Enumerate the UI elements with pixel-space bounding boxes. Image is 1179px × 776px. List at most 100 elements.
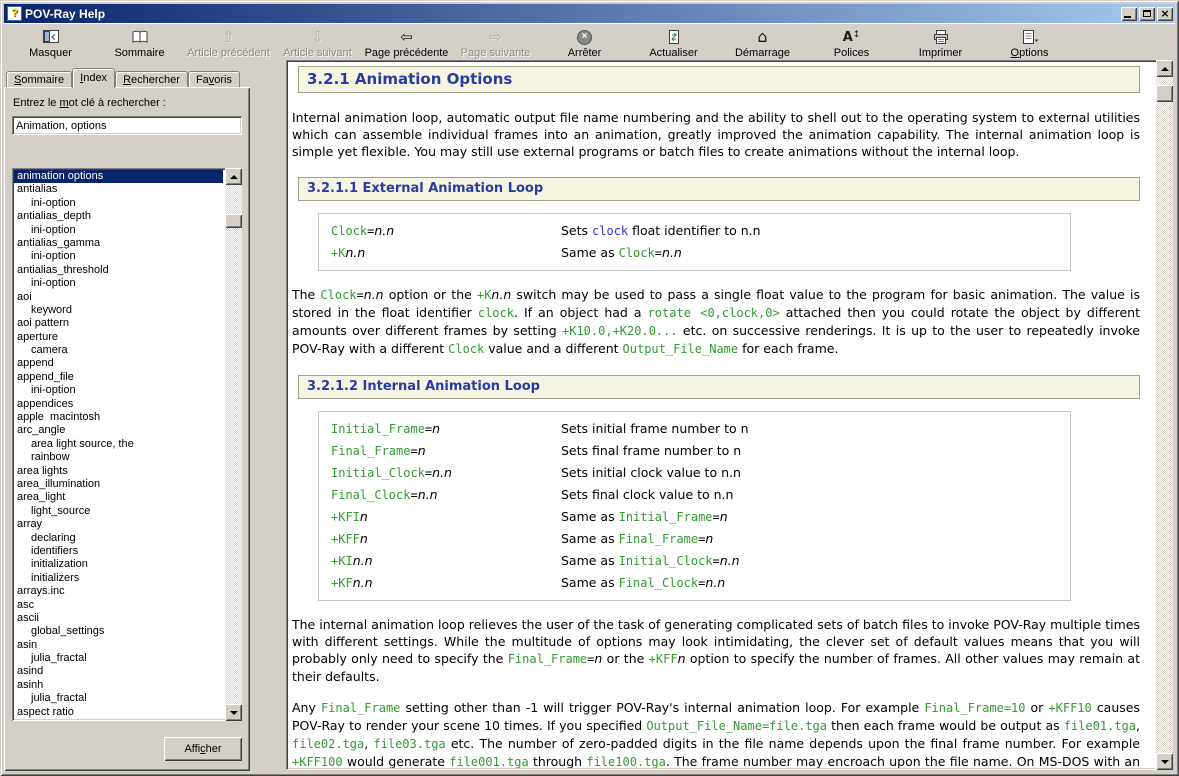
maximize-button[interactable]: [1139, 7, 1155, 21]
index-entry-asc[interactable]: asc: [14, 599, 223, 612]
option-cell: +KFFn: [331, 528, 561, 550]
toolbar-button-demarrage[interactable]: ⌂Démarrage: [718, 24, 807, 63]
index-entry-ini-option[interactable]: ini-option: [14, 250, 223, 263]
inline-parameter: n.n: [491, 287, 511, 302]
index-entry-julia-fractal[interactable]: julia_fractal: [14, 692, 223, 705]
index-entry-light-source[interactable]: light_source: [14, 505, 223, 518]
index-entry-append-file[interactable]: append_file: [14, 371, 223, 384]
index-entry-initialization[interactable]: initialization: [14, 558, 223, 571]
index-entry-antialias-depth[interactable]: antialias_depth: [14, 210, 223, 223]
toolbar-button-actualiser[interactable]: Actualiser: [629, 24, 718, 63]
inline-parameter: n: [360, 531, 368, 546]
index-entry-asin[interactable]: asin: [14, 639, 223, 652]
section-heading-3-2-1-1-external-animation-loop: 3.2.1.1 External Animation Loop: [298, 177, 1140, 201]
index-entry-antialias-gamma[interactable]: antialias_gamma: [14, 237, 223, 250]
fonts-icon: A↕: [843, 28, 861, 46]
tab-sommaire[interactable]: Sommaire: [6, 71, 72, 88]
index-entry-array[interactable]: array: [14, 518, 223, 531]
toolbar-button-label: Options: [1011, 47, 1049, 59]
index-entry-area-lights[interactable]: area lights: [14, 465, 223, 478]
option-cell: Clock=n.n: [331, 220, 561, 242]
minimize-button[interactable]: [1121, 7, 1137, 21]
index-entry-apple-macintosh[interactable]: apple macintosh: [14, 411, 223, 424]
content-scroll-thumb[interactable]: [1156, 85, 1173, 102]
section-heading-3-2-1-2-internal-animation-loop: 3.2.1.2 Internal Animation Loop: [298, 375, 1140, 399]
text-run: Sets final clock value to n.n: [561, 487, 733, 502]
inline-parameter: n.n: [432, 465, 452, 480]
text-run: ,: [1136, 718, 1140, 733]
help-document: 3.2.1 Animation OptionsInternal animatio…: [288, 62, 1154, 768]
index-listbox: animation optionsantialiasini-optionanti…: [12, 168, 242, 721]
toolbar-button-label: Imprimer: [919, 47, 962, 59]
sidebar-tabs: SommaireIndexRechercherFavoris: [6, 68, 240, 88]
index-entry-area-illumination[interactable]: area_illumination: [14, 478, 223, 491]
toolbar-button-polices[interactable]: A↕Polices: [807, 24, 896, 63]
index-entry-aspect-ratio[interactable]: aspect ratio: [14, 706, 223, 719]
content-scroll-up-button[interactable]: [1156, 60, 1173, 77]
inline-code: =: [713, 554, 720, 568]
index-entry-asind[interactable]: asind: [14, 665, 223, 678]
index-entry-arrays-inc[interactable]: arrays.inc: [14, 585, 223, 598]
index-entry-antialias[interactable]: antialias: [14, 183, 223, 196]
index-entry-ini-option[interactable]: ini-option: [14, 384, 223, 397]
inline-code: +K: [477, 288, 491, 302]
display-button[interactable]: Afficher: [164, 737, 242, 761]
toolbar-button-masquer[interactable]: Masquer: [6, 24, 95, 63]
index-entry-ini-option[interactable]: ini-option: [14, 197, 223, 210]
list-scroll-up-button[interactable]: [225, 168, 242, 185]
index-entry-antialias-threshold[interactable]: antialias_threshold: [14, 264, 223, 277]
index-entry-identifiers[interactable]: identifiers: [14, 545, 223, 558]
triangle-up-icon: [230, 175, 238, 179]
toolbar-button-sommaire[interactable]: Sommaire: [95, 24, 184, 63]
index-entry-keyword[interactable]: keyword: [14, 304, 223, 317]
index-entry-rainbow[interactable]: rainbow: [14, 451, 223, 464]
inline-parameter: n: [432, 421, 440, 436]
toolbar-button-page-precedente[interactable]: ⇦Page précédente: [362, 24, 451, 63]
index-entry-ini-option[interactable]: ini-option: [14, 277, 223, 290]
inline-link[interactable]: clock: [592, 224, 628, 238]
index-entry-animation-options[interactable]: animation options: [14, 170, 223, 183]
text-run: option or the: [384, 287, 477, 302]
index-entry-global-settings[interactable]: global_settings: [14, 625, 223, 638]
index-entry-declaring[interactable]: declaring: [14, 532, 223, 545]
inline-code: =: [713, 510, 720, 524]
toolbar-button-label: Article suivant: [283, 47, 351, 59]
navigation-sidebar: SommaireIndexRechercherFavoris Entrez le…: [4, 68, 250, 771]
index-entry-aperture[interactable]: aperture: [14, 331, 223, 344]
index-entry-append[interactable]: append: [14, 357, 223, 370]
titlebar[interactable]: ? POV-Ray Help ×: [4, 4, 1175, 23]
content-scroll-down-button[interactable]: [1156, 753, 1173, 770]
inline-code: =: [410, 488, 417, 502]
toolbar-button-arreter[interactable]: ×Arrêter: [540, 24, 629, 63]
tab-favoris[interactable]: Favoris: [188, 71, 240, 88]
index-entry-ascii[interactable]: ascii: [14, 612, 223, 625]
index-entry-area-light[interactable]: area_light: [14, 491, 223, 504]
toolbar-button-options[interactable]: Options: [985, 24, 1074, 63]
close-button[interactable]: ×: [1157, 7, 1173, 21]
description-cell: Same as Clock=n.n: [561, 242, 1058, 264]
toolbar-button-page-suivante: ⇨Page suivante: [451, 24, 540, 63]
inline-code: Final_Frame: [331, 444, 410, 458]
triangle-down-icon: [1161, 760, 1169, 764]
inline-code: Clock: [619, 246, 655, 260]
index-entry-aoi[interactable]: aoi: [14, 291, 223, 304]
list-scroll-thumb[interactable]: [225, 214, 242, 228]
index-entry-arc-angle[interactable]: arc_angle: [14, 424, 223, 437]
index-list-scrollbar[interactable]: [225, 168, 242, 721]
content-scrollbar[interactable]: [1156, 60, 1173, 770]
keyword-input[interactable]: [12, 116, 242, 135]
tab-index[interactable]: Index: [72, 68, 115, 88]
toolbar-button-imprimer[interactable]: Imprimer: [896, 24, 985, 63]
index-entry-area-light-source-the[interactable]: area light source, the: [14, 438, 223, 451]
index-entry-aoi-pattern[interactable]: aoi pattern: [14, 317, 223, 330]
index-entry-initializers[interactable]: initializers: [14, 572, 223, 585]
tab-rechercher[interactable]: Rechercher: [115, 71, 188, 88]
keyword-label: Entrez le mot clé à rechercher :: [13, 97, 242, 109]
index-entry-camera[interactable]: camera: [14, 344, 223, 357]
triangle-down-icon: [230, 711, 238, 715]
index-entry-ini-option[interactable]: ini-option: [14, 224, 223, 237]
list-scroll-down-button[interactable]: [225, 704, 242, 721]
index-entry-asinh[interactable]: asinh: [14, 679, 223, 692]
index-entry-julia-fractal[interactable]: julia_fractal: [14, 652, 223, 665]
index-entry-appendices[interactable]: appendices: [14, 398, 223, 411]
